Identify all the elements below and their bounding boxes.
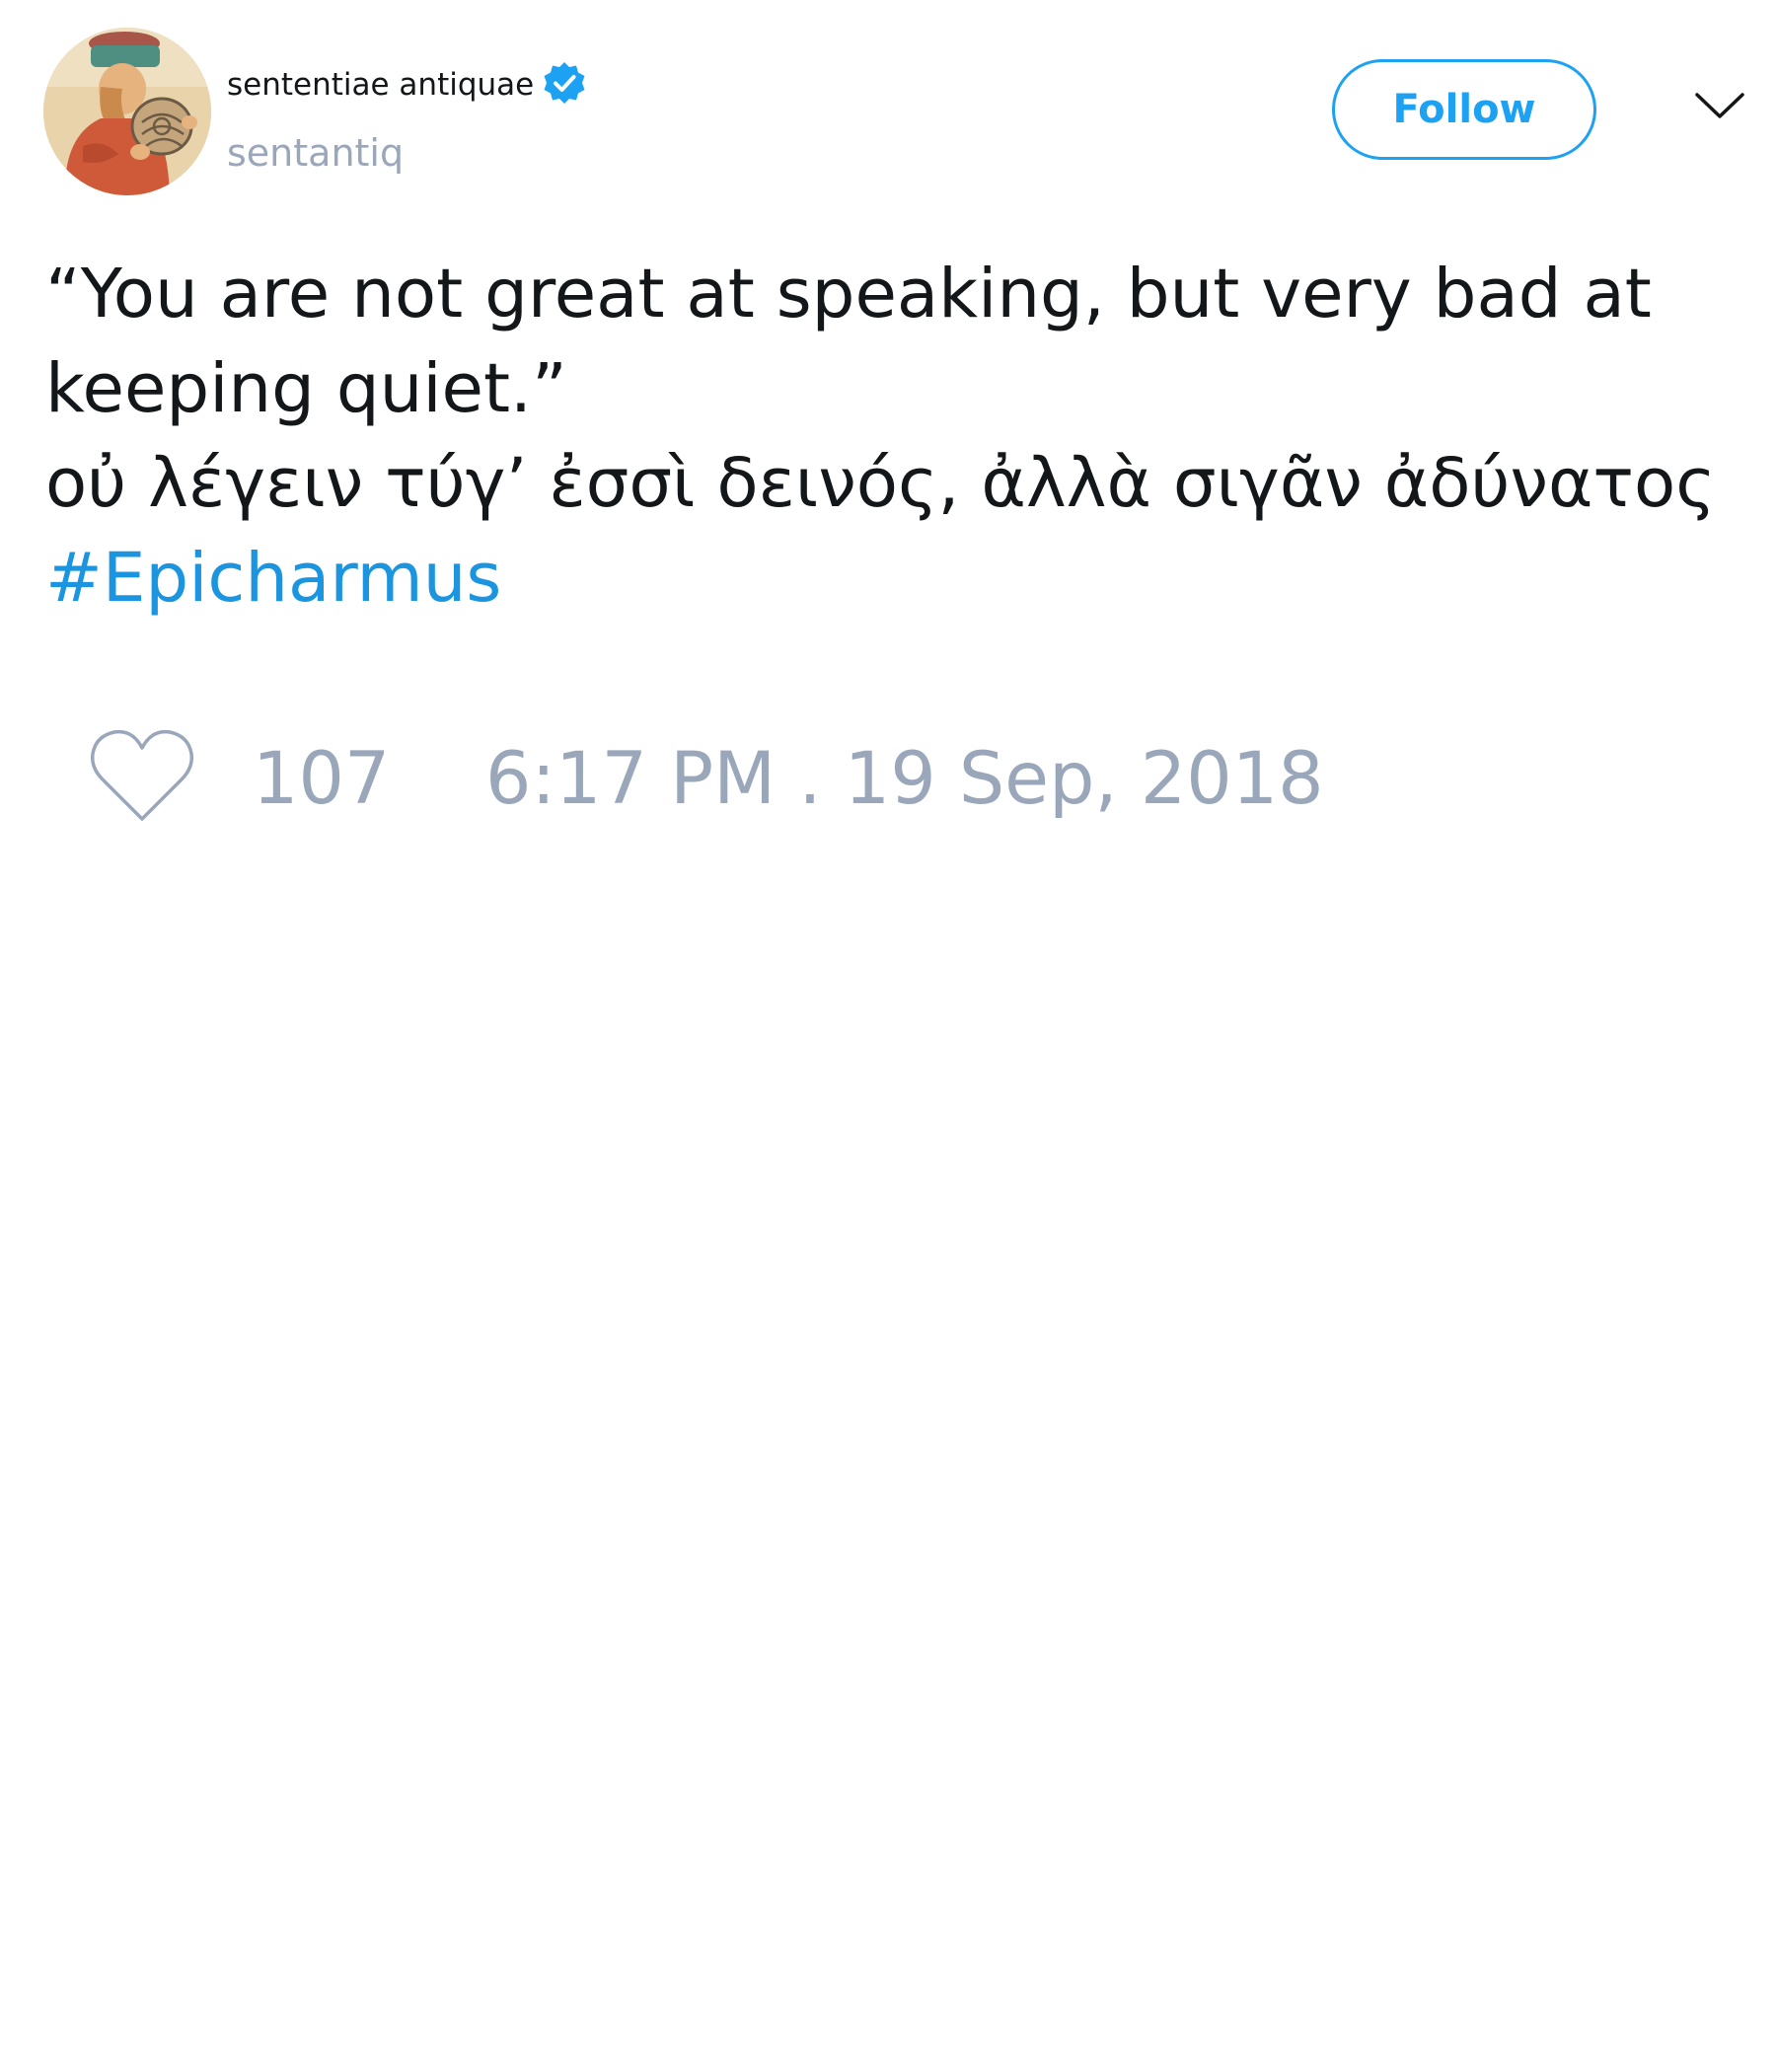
user-handle[interactable]: sentantiq bbox=[227, 130, 404, 176]
heart-icon[interactable] bbox=[89, 726, 195, 825]
tweet-card: sententiae antiquae sentantiq Follow “Yo… bbox=[0, 0, 1776, 2072]
verified-badge-icon bbox=[541, 59, 588, 107]
tweet-text-line-greek: οὐ λέγειν τύγ’ ἐσσὶ δεινός, ἀλλὰ σιγᾶν ἀ… bbox=[45, 444, 1716, 523]
like-count: 107 bbox=[253, 737, 391, 821]
chevron-down-icon[interactable] bbox=[1693, 87, 1746, 126]
avatar[interactable] bbox=[43, 28, 211, 195]
display-name[interactable]: sententiae antiquae bbox=[227, 65, 534, 105]
tweet-text-line-english: “You are not great at speaking, but very… bbox=[45, 255, 1673, 428]
tweet-text: “You are not great at speaking, but very… bbox=[45, 247, 1742, 626]
hashtag-link[interactable]: #Epicharmus bbox=[45, 531, 1742, 626]
tweet-footer: 107 6:17 PM . 19 Sep, 2018 bbox=[0, 726, 1776, 835]
avatar-illustration bbox=[43, 28, 211, 195]
follow-button[interactable]: Follow bbox=[1332, 59, 1596, 160]
tweet-timestamp[interactable]: 6:17 PM . 19 Sep, 2018 bbox=[485, 738, 1324, 821]
